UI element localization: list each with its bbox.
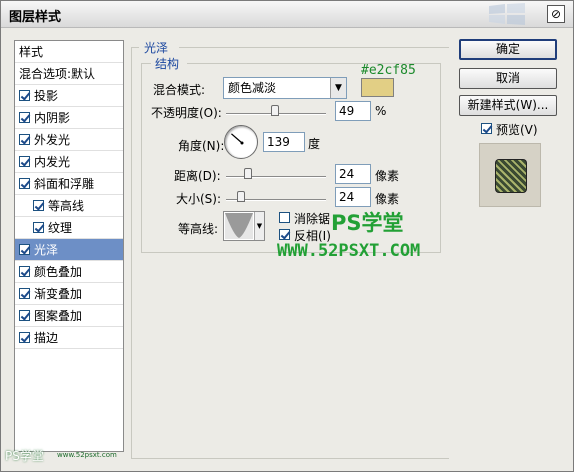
contour-label: 等高线: bbox=[178, 222, 219, 236]
sidebar-item-label: 图案叠加 bbox=[34, 309, 83, 323]
chevron-down-icon: ▼ bbox=[330, 78, 346, 98]
style-preview bbox=[479, 143, 541, 207]
corner-watermark-url: www.52psxt.com bbox=[57, 451, 117, 459]
preview-label: 预览(V) bbox=[496, 123, 538, 137]
sidebar-item-checkbox[interactable] bbox=[19, 112, 30, 123]
opacity-slider-thumb[interactable] bbox=[271, 105, 279, 116]
sidebar-item-label: 等高线 bbox=[48, 199, 85, 213]
contour-picker[interactable]: ▼ bbox=[223, 211, 265, 241]
sidebar-item-checkbox[interactable] bbox=[19, 310, 30, 321]
contour-curve-icon bbox=[225, 213, 253, 239]
size-label: 大小(S): bbox=[176, 192, 222, 206]
sidebar-item-checkbox[interactable] bbox=[33, 200, 44, 211]
sidebar-item[interactable]: 斜面和浮雕 bbox=[15, 173, 123, 195]
sidebar-item[interactable]: 样式 bbox=[15, 41, 123, 63]
sidebar-item-checkbox[interactable] bbox=[33, 222, 44, 233]
antialias-checkbox[interactable] bbox=[279, 212, 290, 223]
windows-logo-icon bbox=[489, 3, 525, 25]
sidebar-item[interactable]: 外发光 bbox=[15, 129, 123, 151]
sidebar-item-label: 样式 bbox=[19, 45, 44, 59]
angle-label: 角度(N): bbox=[178, 139, 225, 153]
sidebar-item-label: 内阴影 bbox=[34, 111, 71, 125]
preview-checkbox[interactable] bbox=[481, 123, 492, 134]
distance-label: 距离(D): bbox=[174, 169, 221, 183]
sidebar-item-label: 渐变叠加 bbox=[34, 287, 83, 301]
sidebar-item[interactable]: 光泽 bbox=[15, 239, 123, 261]
size-unit: 像素 bbox=[375, 192, 400, 206]
sidebar-item-label: 内发光 bbox=[34, 155, 71, 169]
group-line bbox=[141, 63, 151, 64]
sidebar-item[interactable]: 描边 bbox=[15, 327, 123, 349]
sidebar-item-label: 光泽 bbox=[34, 243, 59, 257]
angle-input[interactable]: 139 bbox=[263, 132, 305, 152]
sidebar-item[interactable]: 等高线 bbox=[15, 195, 123, 217]
cancel-button[interactable]: 取消 bbox=[459, 68, 557, 89]
title-bar: 图层样式 ⊘ bbox=[1, 1, 573, 28]
sidebar-item-label: 描边 bbox=[34, 331, 59, 345]
blend-mode-label: 混合模式: bbox=[153, 83, 206, 97]
group-line bbox=[179, 47, 449, 48]
layer-style-dialog: 图层样式 ⊘ 样式 混合选项:默认 投影 内阴影 外发光 内发光 斜面和浮雕 等高线 纹理 光泽颜… bbox=[0, 0, 574, 472]
blend-mode-select[interactable]: 颜色减淡 ▼ bbox=[223, 77, 347, 99]
sidebar-item-label: 混合选项:默认 bbox=[19, 67, 96, 81]
sidebar-item-label: 纹理 bbox=[48, 221, 73, 235]
sidebar-item-checkbox[interactable] bbox=[19, 156, 30, 167]
angle-unit: 度 bbox=[308, 137, 321, 151]
angle-needle-icon bbox=[231, 133, 244, 145]
dialog-title: 图层样式 bbox=[9, 10, 62, 25]
invert-checkbox[interactable] bbox=[279, 229, 290, 240]
sidebar-item-label: 外发光 bbox=[34, 133, 71, 147]
distance-input[interactable]: 24 bbox=[335, 164, 371, 184]
sidebar-item[interactable]: 纹理 bbox=[15, 217, 123, 239]
sidebar-item-label: 斜面和浮雕 bbox=[34, 177, 95, 191]
sidebar-item-checkbox[interactable] bbox=[19, 266, 30, 277]
blend-mode-value: 颜色减淡 bbox=[228, 81, 277, 95]
bottom-watermark-strip: PS学堂 www.52psxt.com bbox=[1, 449, 573, 471]
new-style-button[interactable]: 新建样式(W)... bbox=[459, 95, 557, 116]
watermark-url: WWW.52PSXT.COM bbox=[277, 241, 421, 261]
opacity-label: 不透明度(O): bbox=[151, 106, 222, 120]
sidebar-item[interactable]: 混合选项:默认 bbox=[15, 63, 123, 85]
sidebar-item-label: 投影 bbox=[34, 89, 59, 103]
angle-dial[interactable] bbox=[224, 125, 258, 159]
antialias-label: 消除锯齿(L) bbox=[294, 212, 330, 226]
distance-slider-track[interactable] bbox=[226, 176, 326, 178]
size-slider-thumb[interactable] bbox=[237, 191, 245, 202]
preview-thumbnail bbox=[496, 160, 526, 192]
sidebar-item-checkbox[interactable] bbox=[19, 332, 30, 343]
sidebar-item[interactable]: 渐变叠加 bbox=[15, 283, 123, 305]
section-title-satin: 光泽 bbox=[144, 41, 169, 55]
satin-color-swatch[interactable] bbox=[361, 78, 394, 97]
opacity-unit: % bbox=[375, 104, 387, 118]
sidebar-item-checkbox[interactable] bbox=[19, 288, 30, 299]
sidebar-item-label: 颜色叠加 bbox=[34, 265, 83, 279]
sidebar-item[interactable]: 投影 bbox=[15, 85, 123, 107]
group-line bbox=[131, 47, 139, 48]
sidebar-item-checkbox[interactable] bbox=[19, 244, 30, 255]
sidebar-item[interactable]: 内发光 bbox=[15, 151, 123, 173]
color-hex-annotation: #e2cf85 bbox=[361, 63, 416, 78]
distance-slider-thumb[interactable] bbox=[244, 168, 252, 179]
chevron-down-icon: ▼ bbox=[254, 212, 264, 240]
size-input[interactable]: 24 bbox=[335, 187, 371, 207]
close-icon[interactable]: ⊘ bbox=[547, 5, 565, 23]
opacity-input[interactable]: 49 bbox=[335, 101, 371, 121]
watermark-title: PS学堂 bbox=[331, 211, 404, 235]
section-title-structure: 结构 bbox=[155, 57, 180, 71]
ok-button[interactable]: 确定 bbox=[459, 39, 557, 60]
sidebar-item[interactable]: 图案叠加 bbox=[15, 305, 123, 327]
sidebar-item-checkbox[interactable] bbox=[19, 134, 30, 145]
sidebar-item[interactable]: 内阴影 bbox=[15, 107, 123, 129]
sidebar-item-checkbox[interactable] bbox=[19, 90, 30, 101]
style-list: 样式混合选项:默认投影内阴影外发光内发光斜面和浮雕等高线纹理光泽颜色叠加渐变叠加… bbox=[14, 40, 124, 452]
sidebar-item[interactable]: 颜色叠加 bbox=[15, 261, 123, 283]
sidebar-item-checkbox[interactable] bbox=[19, 178, 30, 189]
distance-unit: 像素 bbox=[375, 169, 400, 183]
corner-watermark-title: PS学堂 bbox=[5, 449, 44, 463]
